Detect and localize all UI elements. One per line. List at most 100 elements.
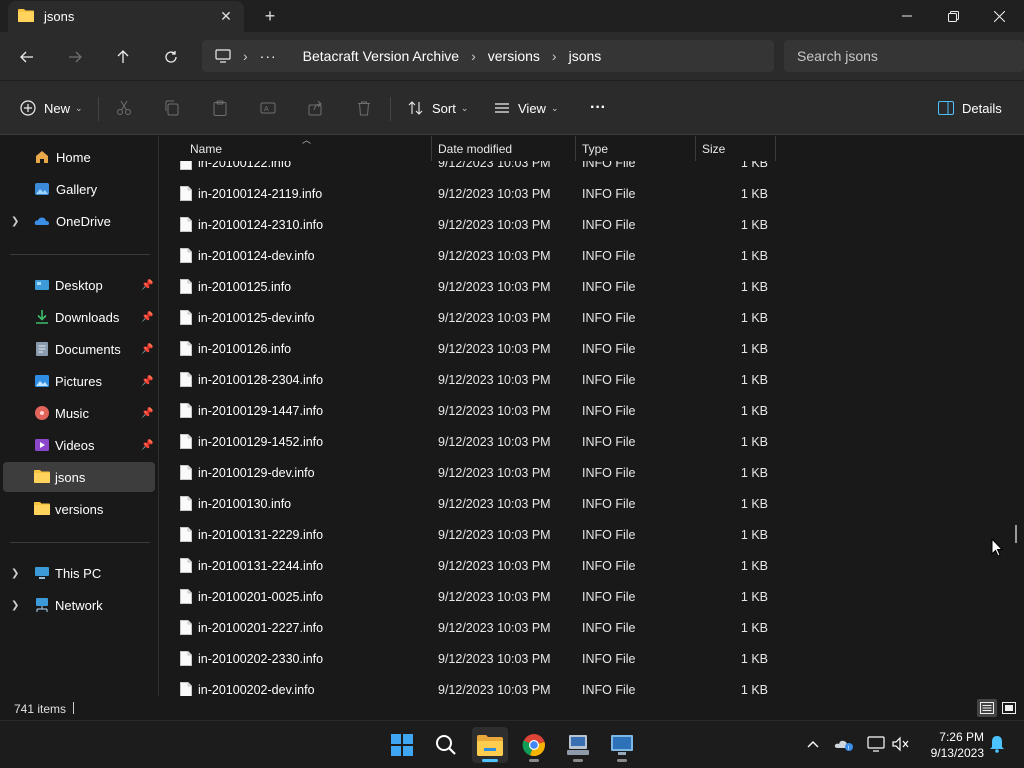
file-row[interactable]: in-20100124-dev.info 9/12/2023 10:03 PM IN…	[160, 240, 1024, 271]
sidebar-item-versions[interactable]: versions	[0, 494, 158, 524]
breadcrumb-jsons[interactable]: jsons	[569, 48, 602, 64]
more-options-button[interactable]: ···	[590, 95, 606, 121]
close-window-button[interactable]	[976, 0, 1022, 32]
breadcrumb-betacraft[interactable]: Betacraft Version Archive	[303, 48, 459, 64]
pin-icon[interactable]: 📌	[141, 280, 153, 291]
chevron-down-icon: ⌄	[460, 102, 469, 113]
sidebar-item-label: Music	[55, 405, 89, 421]
file-size: 1 KB	[740, 372, 768, 387]
file-row[interactable]: in-20100131-2244.info 9/12/2023 10:03 PM I…	[160, 550, 1024, 581]
sidebar-item-desktop[interactable]: Desktop 📌	[0, 270, 158, 300]
sidebar-item-music[interactable]: Music 📌	[0, 398, 158, 428]
details-view-button[interactable]	[977, 699, 997, 717]
taskbar-chrome[interactable]	[516, 727, 552, 763]
back-button[interactable]	[14, 44, 40, 70]
sort-button[interactable]: Sort ⌄	[408, 95, 468, 121]
details-pane-button[interactable]: Details	[938, 95, 1002, 121]
rename-button[interactable]: A	[260, 95, 276, 121]
pin-icon[interactable]: 📌	[141, 440, 153, 451]
paste-button[interactable]	[212, 95, 228, 121]
clock[interactable]: 7:26 PM 9/13/2023	[916, 729, 984, 761]
taskbar-search-button[interactable]	[428, 727, 464, 763]
file-row[interactable]: in-20100129-1452.info 9/12/2023 10:03 PM I…	[160, 426, 1024, 457]
column-resize-handle[interactable]	[431, 136, 432, 161]
sidebar-item-thispc[interactable]: ❯ This PC	[0, 558, 158, 588]
file-row[interactable]: in-20100202-dev.info 9/12/2023 10:03 PM IN…	[160, 674, 1024, 696]
file-row[interactable]: in-20100124-2119.info 9/12/2023 10:03 PM I…	[160, 178, 1024, 209]
file-row[interactable]: in-20100130.info 9/12/2023 10:03 PM INFO F…	[160, 488, 1024, 519]
arrow-up-icon	[117, 50, 129, 63]
sidebar-item-videos[interactable]: Videos 📌	[0, 430, 158, 460]
column-resize-handle[interactable]	[575, 136, 576, 161]
column-resize-handle[interactable]	[695, 136, 696, 161]
file-row[interactable]: in-20100202-2330.info 9/12/2023 10:03 PM I…	[160, 643, 1024, 674]
tab-jsons[interactable]: jsons ✕	[8, 1, 244, 32]
file-type: INFO File	[582, 186, 636, 201]
pin-icon[interactable]: 📌	[141, 312, 153, 323]
sidebar-item-jsons[interactable]: jsons	[3, 462, 155, 492]
taskbar-file-explorer[interactable]	[472, 727, 508, 763]
file-row[interactable]: in-20100201-2227.info 9/12/2023 10:03 PM I…	[160, 612, 1024, 643]
taskbar-app[interactable]	[560, 727, 596, 763]
pin-icon[interactable]: 📌	[141, 344, 153, 355]
column-resize-handle[interactable]	[775, 136, 776, 161]
tiles-view-button[interactable]	[999, 699, 1019, 717]
address-bar[interactable]: › ··· Betacraft Version Archive › versio…	[202, 40, 774, 72]
sidebar-item-pictures[interactable]: Pictures 📌	[0, 366, 158, 396]
cut-button[interactable]	[116, 95, 132, 121]
file-type: INFO File	[582, 403, 636, 418]
close-tab-icon[interactable]: ✕	[218, 8, 234, 24]
copy-button[interactable]	[164, 95, 180, 121]
scrollbar-thumb[interactable]	[1015, 525, 1017, 543]
plus-circle-icon	[20, 100, 36, 116]
file-row[interactable]: in-20100125.info 9/12/2023 10:03 PM INFO F…	[160, 271, 1024, 302]
view-button[interactable]: View ⌄	[494, 95, 559, 121]
delete-button[interactable]	[356, 95, 372, 121]
show-hidden-icons-button[interactable]	[802, 733, 824, 755]
file-row[interactable]: in-20100125-dev.info 9/12/2023 10:03 PM IN…	[160, 302, 1024, 333]
refresh-button[interactable]	[158, 44, 184, 70]
network-tray-button[interactable]	[865, 733, 887, 755]
column-header-size[interactable]: Size	[702, 136, 725, 161]
sidebar-item-documents[interactable]: Documents 📌	[0, 334, 158, 364]
breadcrumb-versions[interactable]: versions	[488, 48, 540, 64]
file-row[interactable]: in-20100124-2310.info 9/12/2023 10:03 PM I…	[160, 209, 1024, 240]
file-row[interactable]: in-20100126.info 9/12/2023 10:03 PM INFO F…	[160, 333, 1024, 364]
restore-button[interactable]	[930, 0, 976, 32]
forward-button[interactable]	[62, 44, 88, 70]
chevron-right-icon[interactable]: ❯	[11, 600, 19, 611]
start-button[interactable]	[384, 727, 420, 763]
overflow-crumbs-button[interactable]: ···	[260, 48, 277, 64]
sidebar-item-network[interactable]: ❯ Network	[0, 590, 158, 620]
onedrive-tray-button[interactable]: i	[833, 733, 855, 755]
file-row[interactable]: in-20100201-0025.info 9/12/2023 10:03 PM I…	[160, 581, 1024, 612]
taskbar-remote-desktop[interactable]	[604, 727, 640, 763]
pane-divider[interactable]	[158, 136, 159, 696]
up-button[interactable]	[110, 44, 136, 70]
pin-icon[interactable]: 📌	[141, 376, 153, 387]
column-header-name[interactable]: Name	[190, 136, 222, 161]
new-tab-button[interactable]: +	[260, 6, 280, 26]
volume-tray-button[interactable]	[890, 733, 912, 755]
pin-icon[interactable]: 📌	[141, 408, 153, 419]
column-header-date[interactable]: Date modified	[438, 136, 512, 161]
sidebar-item-label: Desktop	[55, 277, 103, 293]
column-header-type[interactable]: Type	[582, 136, 608, 161]
share-button[interactable]	[308, 95, 324, 121]
chevron-right-icon[interactable]: ❯	[11, 216, 19, 227]
search-input[interactable]	[797, 48, 997, 64]
new-button[interactable]: New ⌄	[20, 95, 83, 121]
file-row[interactable]: in-20100128-2304.info 9/12/2023 10:03 PM I…	[160, 364, 1024, 395]
notifications-button[interactable]	[986, 733, 1008, 755]
sidebar-item-onedrive[interactable]: ❯ OneDrive	[0, 206, 158, 236]
sidebar-item-gallery[interactable]: Gallery	[0, 174, 158, 204]
minimize-button[interactable]	[884, 0, 930, 32]
sidebar-item-home[interactable]: Home	[0, 142, 158, 172]
file-row[interactable]: in-20100129-1447.info 9/12/2023 10:03 PM I…	[160, 395, 1024, 426]
file-size: 1 KB	[740, 527, 768, 542]
search-box[interactable]	[784, 40, 1024, 72]
sidebar-item-downloads[interactable]: Downloads 📌	[0, 302, 158, 332]
file-row[interactable]: in-20100131-2229.info 9/12/2023 10:03 PM I…	[160, 519, 1024, 550]
file-row[interactable]: in-20100129-dev.info 9/12/2023 10:03 PM IN…	[160, 457, 1024, 488]
chevron-right-icon[interactable]: ❯	[11, 568, 19, 579]
